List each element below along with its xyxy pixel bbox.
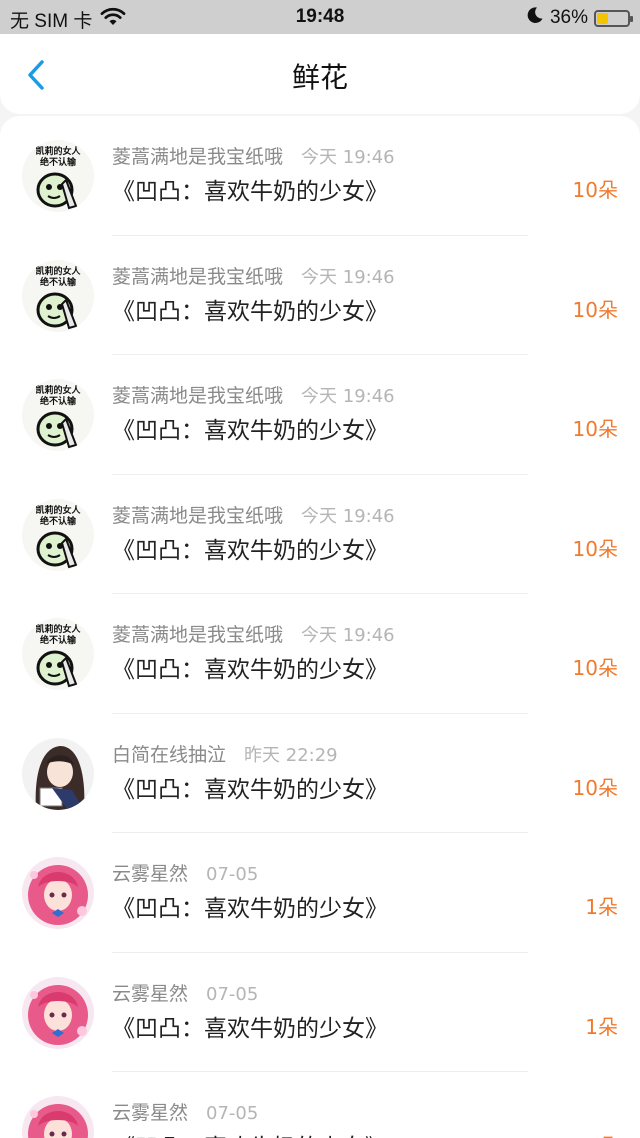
gift-title: 《凹凸：喜欢牛奶的少女》	[112, 657, 388, 683]
battery-percent: 36%	[549, 7, 588, 28]
username: 菱蒿满地是我宝纸哦	[112, 504, 284, 527]
flower-count: 10朵	[572, 775, 618, 800]
avatar[interactable]	[22, 737, 94, 810]
avatar[interactable]	[22, 1096, 94, 1138]
meme-avatar-icon: 凯莉的女人 绝不认输	[22, 140, 94, 212]
gift-title: 《凹凸：喜欢牛奶的少女》	[112, 537, 388, 564]
gift-title: 《凹凸：喜欢牛奶的少女》	[112, 1015, 388, 1042]
gift-title: 《凹凸：喜欢牛奶的少女》	[112, 179, 388, 205]
username: 云雾星然	[112, 1102, 189, 1124]
gift-title: 《凹凸：喜欢牛奶的少女》	[112, 418, 388, 444]
battery-icon	[594, 9, 633, 27]
page-title: 鲜花	[291, 61, 348, 94]
gift-title: 《凹凸：喜欢牛奶的少女》	[112, 776, 388, 803]
svg-text:凯莉的女人: 凯莉的女人	[35, 504, 81, 516]
sender-name: 白简在线抽泣 昨天 22:29	[112, 740, 338, 767]
avatar[interactable]: 凯莉的女人 绝不认输	[22, 259, 94, 332]
list-item[interactable]: 凯莉的女人 绝不认输 菱蒿满地是我宝纸哦 今天 19:46 《凹凸：喜欢牛奶的少女…	[0, 236, 640, 356]
meme-avatar-icon: 凯莉的女人 绝不认输	[22, 259, 94, 332]
sender-name: 云雾星然 07-05	[112, 859, 258, 886]
gift-title: 《凹凸：喜欢牛奶的少女》	[112, 1128, 388, 1138]
timestamp: 07-05	[206, 1103, 259, 1124]
list-item[interactable]: 凯莉的女人 绝不认输 菱蒿满地是我宝纸哦 今天 19:46 《凹凸：喜欢牛奶的少女…	[0, 475, 640, 595]
flower-count: 1朵	[585, 1130, 618, 1138]
username: 菱蒿满地是我宝纸哦	[112, 624, 284, 646]
navigation-bar: 鲜花	[0, 34, 640, 114]
svg-text:凯莉的女人: 凯莉的女人	[35, 384, 81, 396]
timestamp: 今天 19:46	[301, 147, 395, 168]
anime-girl-avatar-icon	[22, 737, 94, 810]
avatar[interactable]	[22, 857, 94, 929]
flower-gift-list: 凯莉的女人 绝不认输 菱蒿满地是我宝纸哦 今天 19:46 《凹凸：喜欢牛奶的少女…	[0, 116, 640, 1138]
username: 白简在线抽泣	[112, 743, 227, 766]
username: 菱蒿满地是我宝纸哦	[112, 385, 284, 407]
username: 菱蒿满地是我宝纸哦	[112, 146, 284, 168]
sender-name: 菱蒿满地是我宝纸哦 今天 19:46	[112, 262, 395, 289]
gift-title: 《凹凸：喜欢牛奶的少女》	[112, 896, 388, 922]
timestamp: 今天 19:46	[301, 386, 395, 407]
timestamp: 今天 19:46	[301, 505, 395, 527]
username: 云雾星然	[112, 863, 189, 885]
flower-count: 10朵	[572, 656, 618, 680]
flower-count: 10朵	[572, 536, 618, 561]
moon-icon	[526, 6, 544, 30]
flower-count: 10朵	[572, 417, 618, 441]
list-item[interactable]: 云雾星然 07-05 《凹凸：喜欢牛奶的少女》 1朵	[0, 953, 640, 1073]
flower-count: 10朵	[572, 297, 618, 322]
list-item[interactable]: 白简在线抽泣 昨天 22:29 《凹凸：喜欢牛奶的少女》 10朵	[0, 714, 640, 834]
username: 菱蒿满地是我宝纸哦	[112, 265, 284, 288]
sender-name: 云雾星然 07-05	[112, 979, 258, 1006]
svg-text:凯莉的女人: 凯莉的女人	[35, 145, 81, 157]
username: 云雾星然	[112, 982, 189, 1005]
flower-count: 10朵	[572, 178, 618, 202]
sender-name: 菱蒿满地是我宝纸哦 今天 19:46	[112, 381, 395, 408]
gift-title: 《凹凸：喜欢牛奶的少女》	[112, 298, 388, 325]
timestamp: 今天 19:46	[301, 625, 395, 646]
timestamp: 今天 19:46	[301, 266, 395, 288]
status-bar: 无 SIM 卡 19:48 36%	[0, 0, 640, 34]
sender-name: 云雾星然 07-05	[112, 1098, 258, 1125]
svg-text:绝不认输: 绝不认输	[40, 515, 77, 527]
status-right: 36%	[526, 6, 633, 30]
svg-text:凯莉的女人: 凯莉的女人	[35, 623, 81, 635]
anime-girl-avatar-icon	[22, 1096, 94, 1138]
flower-count: 1朵	[585, 1014, 618, 1039]
list-item[interactable]: 云雾星然 07-05 《凹凸：喜欢牛奶的少女》 1朵	[0, 833, 640, 953]
list-item[interactable]: 凯莉的女人 绝不认输 菱蒿满地是我宝纸哦 今天 19:46 《凹凸：喜欢牛奶的少女…	[0, 116, 640, 236]
avatar[interactable]: 凯莉的女人 绝不认输	[22, 618, 94, 690]
list-item[interactable]: 凯莉的女人 绝不认输 菱蒿满地是我宝纸哦 今天 19:46 《凹凸：喜欢牛奶的少女…	[0, 355, 640, 475]
timestamp: 昨天 22:29	[244, 744, 338, 766]
svg-text:绝不认输: 绝不认输	[40, 634, 77, 646]
sender-name: 菱蒿满地是我宝纸哦 今天 19:46	[112, 501, 395, 528]
avatar[interactable]: 凯莉的女人 绝不认输	[22, 140, 94, 212]
svg-text:凯莉的女人: 凯莉的女人	[35, 265, 81, 277]
meme-avatar-icon: 凯莉的女人 绝不认输	[22, 379, 94, 451]
avatar[interactable]: 凯莉的女人 绝不认输	[22, 498, 94, 571]
svg-text:绝不认输: 绝不认输	[40, 276, 77, 288]
sender-name: 菱蒿满地是我宝纸哦 今天 19:46	[112, 620, 395, 647]
svg-text:绝不认输: 绝不认输	[40, 395, 77, 407]
list-item[interactable]: 云雾星然 07-05 《凹凸：喜欢牛奶的少女》 1朵	[0, 1072, 640, 1138]
avatar[interactable]: 凯莉的女人 绝不认输	[22, 379, 94, 451]
list-item[interactable]: 凯莉的女人 绝不认输 菱蒿满地是我宝纸哦 今天 19:46 《凹凸：喜欢牛奶的少女…	[0, 594, 640, 714]
anime-girl-avatar-icon	[22, 857, 94, 929]
meme-avatar-icon: 凯莉的女人 绝不认输	[22, 498, 94, 571]
timestamp: 07-05	[206, 864, 259, 885]
timestamp: 07-05	[206, 983, 259, 1005]
avatar[interactable]	[22, 976, 94, 1049]
svg-text:绝不认输: 绝不认输	[40, 156, 77, 168]
anime-girl-avatar-icon	[22, 976, 94, 1049]
meme-avatar-icon: 凯莉的女人 绝不认输	[22, 618, 94, 690]
sender-name: 菱蒿满地是我宝纸哦 今天 19:46	[112, 142, 395, 169]
battery-level	[597, 12, 608, 24]
flower-count: 1朵	[585, 895, 618, 919]
